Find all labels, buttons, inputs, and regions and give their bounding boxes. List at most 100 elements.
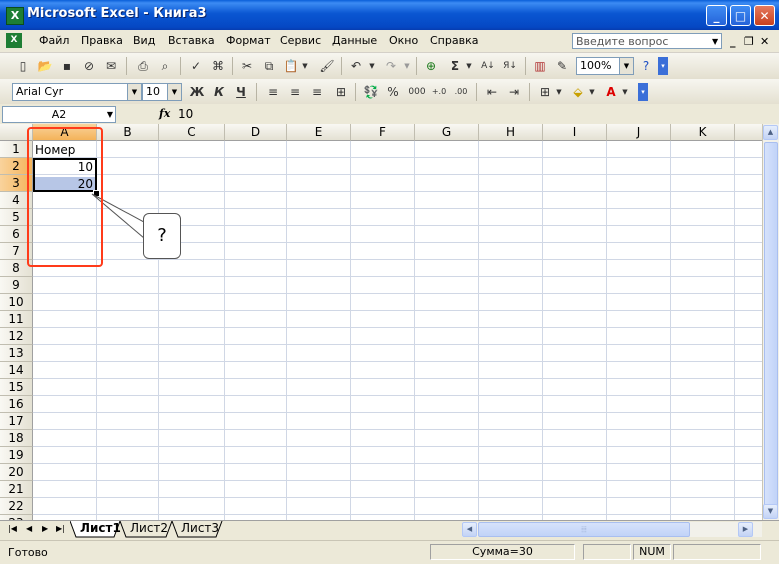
research-icon[interactable]: ⌘	[209, 57, 227, 75]
insert-function-icon[interactable]: fx	[159, 107, 170, 120]
save-icon[interactable]: ▪	[58, 57, 76, 75]
chevron-down-icon[interactable]: ▼	[620, 83, 630, 101]
column-header-e[interactable]: E	[287, 124, 351, 141]
decrease-indent-icon[interactable]: ⇤	[483, 83, 501, 101]
print-preview-icon[interactable]: ⌕	[156, 57, 174, 75]
column-header-k[interactable]: K	[671, 124, 735, 141]
chevron-down-icon[interactable]: ▼	[619, 58, 633, 74]
doc-restore-button[interactable]: ❐	[744, 35, 754, 48]
doc-minimize-button[interactable]: _	[730, 35, 736, 48]
worksheet-grid[interactable]: A B C D E F G H I J K 1 2 3 4 5 6 7 8 9 10 11 12 13 14 15 16 17 18 19…	[0, 124, 762, 520]
currency-style-icon[interactable]: 💱	[362, 83, 380, 101]
row-header-13[interactable]: 13	[0, 345, 33, 362]
column-header-j[interactable]: J	[607, 124, 671, 141]
row-header-11[interactable]: 11	[0, 311, 33, 328]
scroll-right-icon[interactable]: ▶	[738, 522, 753, 537]
copy-icon[interactable]: ⧉	[260, 57, 278, 75]
row-header-16[interactable]: 16	[0, 396, 33, 413]
scroll-left-icon[interactable]: ◀	[462, 522, 477, 537]
last-sheet-icon[interactable]: ▶|	[56, 524, 65, 533]
open-folder-icon[interactable]: 📂	[36, 57, 54, 75]
font-color-icon[interactable]: A	[602, 83, 620, 101]
percent-style-button[interactable]: %	[384, 83, 402, 101]
close-button[interactable]: ✕	[754, 5, 775, 26]
borders-icon[interactable]: ⊞	[536, 83, 554, 101]
next-sheet-icon[interactable]: ▶	[42, 524, 48, 533]
vertical-scrollbar[interactable]: ▲ ▼	[762, 124, 779, 520]
chevron-down-icon[interactable]: ▼	[127, 84, 141, 100]
sort-ascending-icon[interactable]: A↓	[479, 57, 497, 75]
drawing-icon[interactable]: ✎	[553, 57, 571, 75]
menu-view[interactable]: Вид	[133, 34, 155, 47]
sheet-tab-1[interactable]: Лист1	[80, 521, 121, 535]
menu-file[interactable]: Файл	[39, 34, 69, 47]
toolbar-options-icon[interactable]: ▾	[638, 83, 648, 101]
chevron-down-icon[interactable]: ▼	[587, 83, 597, 101]
row-header-14[interactable]: 14	[0, 362, 33, 379]
column-header-b[interactable]: B	[97, 124, 159, 141]
autosum-icon[interactable]: Σ	[446, 57, 464, 75]
merge-center-icon[interactable]: ⊞	[332, 83, 350, 101]
first-sheet-icon[interactable]: |◀	[8, 524, 17, 533]
row-header-15[interactable]: 15	[0, 379, 33, 396]
column-header-f[interactable]: F	[351, 124, 415, 141]
help-icon[interactable]: ?	[637, 57, 655, 75]
bold-button[interactable]: Ж	[188, 83, 206, 101]
chevron-down-icon[interactable]: ▼	[712, 37, 718, 46]
row-header-10[interactable]: 10	[0, 294, 33, 311]
sort-descending-icon[interactable]: Я↓	[501, 57, 519, 75]
align-center-icon[interactable]: ≡	[286, 83, 304, 101]
font-size-select[interactable]: 10 ▼	[142, 83, 182, 101]
new-file-icon[interactable]: ▯	[14, 57, 32, 75]
row-header-12[interactable]: 12	[0, 328, 33, 345]
name-box[interactable]: A2 ▼	[2, 106, 116, 123]
column-header-h[interactable]: H	[479, 124, 543, 141]
row-header-18[interactable]: 18	[0, 430, 33, 447]
chevron-down-icon[interactable]: ▼	[554, 83, 564, 101]
sheet-tab-2[interactable]: Лист2	[130, 521, 168, 535]
chevron-down-icon[interactable]: ▼	[367, 57, 377, 75]
menu-help[interactable]: Справка	[430, 34, 478, 47]
cut-icon[interactable]: ✂	[238, 57, 256, 75]
column-header-i[interactable]: I	[543, 124, 607, 141]
redo-icon[interactable]: ↷	[382, 57, 400, 75]
horizontal-scroll-thumb[interactable]: ⦙⦙⦙	[478, 522, 690, 537]
increase-decimal-icon[interactable]: +.0	[430, 83, 448, 101]
column-header-g[interactable]: G	[415, 124, 479, 141]
workbook-icon[interactable]: X	[6, 33, 22, 48]
maximize-button[interactable]: □	[730, 5, 751, 26]
underline-button[interactable]: Ч	[232, 83, 250, 101]
format-painter-icon[interactable]: 🖌	[318, 57, 336, 75]
hyperlink-icon[interactable]: ⊕	[422, 57, 440, 75]
help-search-input[interactable]: Введите вопрос	[572, 33, 722, 49]
doc-close-button[interactable]: ✕	[760, 35, 769, 48]
scroll-up-icon[interactable]: ▲	[763, 125, 778, 140]
print-icon[interactable]: ⎙	[134, 57, 152, 75]
increase-indent-icon[interactable]: ⇥	[505, 83, 523, 101]
minimize-button[interactable]: _	[706, 5, 727, 26]
chevron-down-icon[interactable]: ▼	[402, 57, 412, 75]
chevron-down-icon[interactable]: ▼	[464, 57, 474, 75]
menu-edit[interactable]: Правка	[81, 34, 123, 47]
zoom-select[interactable]: 100% ▼	[576, 57, 634, 75]
fill-color-icon[interactable]: ⬙	[569, 83, 587, 101]
email-icon[interactable]: ✉	[102, 57, 120, 75]
undo-icon[interactable]: ↶	[347, 57, 365, 75]
thousands-style-button[interactable]: 000	[406, 83, 428, 101]
chevron-down-icon[interactable]: ▼	[300, 57, 310, 75]
vertical-scroll-thumb[interactable]	[764, 142, 778, 518]
italic-button[interactable]: К	[210, 83, 228, 101]
align-left-icon[interactable]: ≡	[264, 83, 282, 101]
toolbar-options-icon[interactable]: ▾	[658, 57, 668, 75]
horizontal-scrollbar[interactable]: ◀ ⦙⦙⦙ ▶	[462, 522, 762, 537]
column-header-c[interactable]: C	[159, 124, 225, 141]
chart-wizard-icon[interactable]: ▥	[531, 57, 549, 75]
row-header-9[interactable]: 9	[0, 277, 33, 294]
chevron-down-icon[interactable]: ▼	[167, 84, 181, 100]
row-header-19[interactable]: 19	[0, 447, 33, 464]
row-header-17[interactable]: 17	[0, 413, 33, 430]
menu-data[interactable]: Данные	[332, 34, 377, 47]
formula-input[interactable]: 10	[178, 107, 193, 121]
menu-insert[interactable]: Вставка	[168, 34, 215, 47]
sheet-tab-3[interactable]: Лист3	[181, 521, 219, 535]
